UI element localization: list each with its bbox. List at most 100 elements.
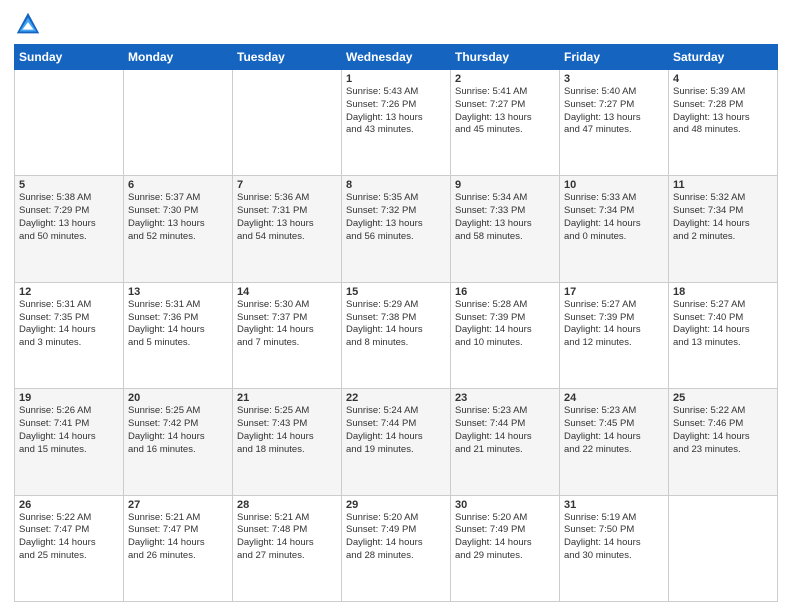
cell-info: Sunset: 7:29 PM	[19, 205, 119, 218]
cell-info: and 19 minutes.	[346, 444, 446, 457]
cell-info: Daylight: 14 hours	[564, 537, 664, 550]
cell-info: Daylight: 13 hours	[346, 112, 446, 125]
cell-info: Sunset: 7:39 PM	[455, 312, 555, 325]
cell-info: Sunrise: 5:25 AM	[237, 405, 337, 418]
cell-info: Daylight: 13 hours	[455, 218, 555, 231]
calendar-cell: 18Sunrise: 5:27 AMSunset: 7:40 PMDayligh…	[669, 282, 778, 388]
calendar-cell: 23Sunrise: 5:23 AMSunset: 7:44 PMDayligh…	[451, 389, 560, 495]
cell-info: Daylight: 14 hours	[346, 431, 446, 444]
cell-info: Sunset: 7:33 PM	[455, 205, 555, 218]
day-number: 5	[19, 179, 119, 191]
day-number: 3	[564, 73, 664, 85]
cell-info: Sunset: 7:30 PM	[128, 205, 228, 218]
cell-info: Sunrise: 5:38 AM	[19, 192, 119, 205]
calendar-header-saturday: Saturday	[669, 45, 778, 70]
day-number: 1	[346, 73, 446, 85]
cell-info: Sunset: 7:45 PM	[564, 418, 664, 431]
calendar-cell: 4Sunrise: 5:39 AMSunset: 7:28 PMDaylight…	[669, 70, 778, 176]
calendar-cell: 5Sunrise: 5:38 AMSunset: 7:29 PMDaylight…	[15, 176, 124, 282]
cell-info: Daylight: 14 hours	[455, 537, 555, 550]
calendar-header-sunday: Sunday	[15, 45, 124, 70]
cell-info: Daylight: 13 hours	[673, 112, 773, 125]
cell-info: and 28 minutes.	[346, 550, 446, 563]
cell-info: Sunrise: 5:22 AM	[19, 512, 119, 525]
cell-info: Sunrise: 5:19 AM	[564, 512, 664, 525]
cell-info: Sunrise: 5:39 AM	[673, 86, 773, 99]
cell-info: and 50 minutes.	[19, 231, 119, 244]
cell-info: Sunset: 7:36 PM	[128, 312, 228, 325]
cell-info: and 15 minutes.	[19, 444, 119, 457]
calendar-cell: 26Sunrise: 5:22 AMSunset: 7:47 PMDayligh…	[15, 495, 124, 601]
calendar-cell: 28Sunrise: 5:21 AMSunset: 7:48 PMDayligh…	[233, 495, 342, 601]
day-number: 24	[564, 392, 664, 404]
calendar-table: SundayMondayTuesdayWednesdayThursdayFrid…	[14, 44, 778, 602]
cell-info: Sunset: 7:48 PM	[237, 524, 337, 537]
cell-info: Sunrise: 5:31 AM	[128, 299, 228, 312]
cell-info: Sunrise: 5:21 AM	[128, 512, 228, 525]
cell-info: Daylight: 14 hours	[455, 431, 555, 444]
cell-info: Daylight: 13 hours	[455, 112, 555, 125]
day-number: 27	[128, 499, 228, 511]
cell-info: Daylight: 14 hours	[19, 324, 119, 337]
day-number: 13	[128, 286, 228, 298]
cell-info: and 18 minutes.	[237, 444, 337, 457]
cell-info: Sunrise: 5:24 AM	[346, 405, 446, 418]
calendar-cell: 11Sunrise: 5:32 AMSunset: 7:34 PMDayligh…	[669, 176, 778, 282]
cell-info: Sunrise: 5:37 AM	[128, 192, 228, 205]
cell-info: and 7 minutes.	[237, 337, 337, 350]
cell-info: Daylight: 14 hours	[673, 324, 773, 337]
calendar-cell: 14Sunrise: 5:30 AMSunset: 7:37 PMDayligh…	[233, 282, 342, 388]
cell-info: and 3 minutes.	[19, 337, 119, 350]
calendar-cell: 31Sunrise: 5:19 AMSunset: 7:50 PMDayligh…	[560, 495, 669, 601]
calendar-cell	[233, 70, 342, 176]
cell-info: Sunset: 7:41 PM	[19, 418, 119, 431]
day-number: 11	[673, 179, 773, 191]
calendar-cell: 19Sunrise: 5:26 AMSunset: 7:41 PMDayligh…	[15, 389, 124, 495]
cell-info: Sunrise: 5:41 AM	[455, 86, 555, 99]
cell-info: Sunset: 7:44 PM	[455, 418, 555, 431]
cell-info: Sunset: 7:49 PM	[455, 524, 555, 537]
day-number: 26	[19, 499, 119, 511]
cell-info: Sunrise: 5:40 AM	[564, 86, 664, 99]
day-number: 22	[346, 392, 446, 404]
calendar-cell: 9Sunrise: 5:34 AMSunset: 7:33 PMDaylight…	[451, 176, 560, 282]
cell-info: and 16 minutes.	[128, 444, 228, 457]
cell-info: and 25 minutes.	[19, 550, 119, 563]
cell-info: Sunset: 7:26 PM	[346, 99, 446, 112]
cell-info: and 5 minutes.	[128, 337, 228, 350]
calendar-cell: 6Sunrise: 5:37 AMSunset: 7:30 PMDaylight…	[124, 176, 233, 282]
calendar-cell: 1Sunrise: 5:43 AMSunset: 7:26 PMDaylight…	[342, 70, 451, 176]
calendar-cell: 8Sunrise: 5:35 AMSunset: 7:32 PMDaylight…	[342, 176, 451, 282]
cell-info: Daylight: 13 hours	[128, 218, 228, 231]
cell-info: Sunrise: 5:32 AM	[673, 192, 773, 205]
cell-info: Sunset: 7:34 PM	[673, 205, 773, 218]
day-number: 17	[564, 286, 664, 298]
cell-info: and 43 minutes.	[346, 124, 446, 137]
cell-info: Daylight: 14 hours	[237, 431, 337, 444]
day-number: 20	[128, 392, 228, 404]
cell-info: Daylight: 14 hours	[673, 431, 773, 444]
calendar-header-monday: Monday	[124, 45, 233, 70]
day-number: 15	[346, 286, 446, 298]
day-number: 28	[237, 499, 337, 511]
logo	[14, 10, 46, 38]
cell-info: Sunrise: 5:36 AM	[237, 192, 337, 205]
calendar-cell: 20Sunrise: 5:25 AMSunset: 7:42 PMDayligh…	[124, 389, 233, 495]
day-number: 12	[19, 286, 119, 298]
cell-info: Sunrise: 5:25 AM	[128, 405, 228, 418]
cell-info: Sunset: 7:35 PM	[19, 312, 119, 325]
calendar-cell: 17Sunrise: 5:27 AMSunset: 7:39 PMDayligh…	[560, 282, 669, 388]
cell-info: Sunset: 7:31 PM	[237, 205, 337, 218]
day-number: 4	[673, 73, 773, 85]
calendar-cell: 21Sunrise: 5:25 AMSunset: 7:43 PMDayligh…	[233, 389, 342, 495]
cell-info: Sunset: 7:47 PM	[128, 524, 228, 537]
cell-info: Daylight: 14 hours	[19, 537, 119, 550]
cell-info: and 45 minutes.	[455, 124, 555, 137]
day-number: 30	[455, 499, 555, 511]
day-number: 18	[673, 286, 773, 298]
cell-info: Daylight: 13 hours	[346, 218, 446, 231]
calendar-header-tuesday: Tuesday	[233, 45, 342, 70]
cell-info: and 52 minutes.	[128, 231, 228, 244]
day-number: 8	[346, 179, 446, 191]
cell-info: Sunrise: 5:27 AM	[564, 299, 664, 312]
